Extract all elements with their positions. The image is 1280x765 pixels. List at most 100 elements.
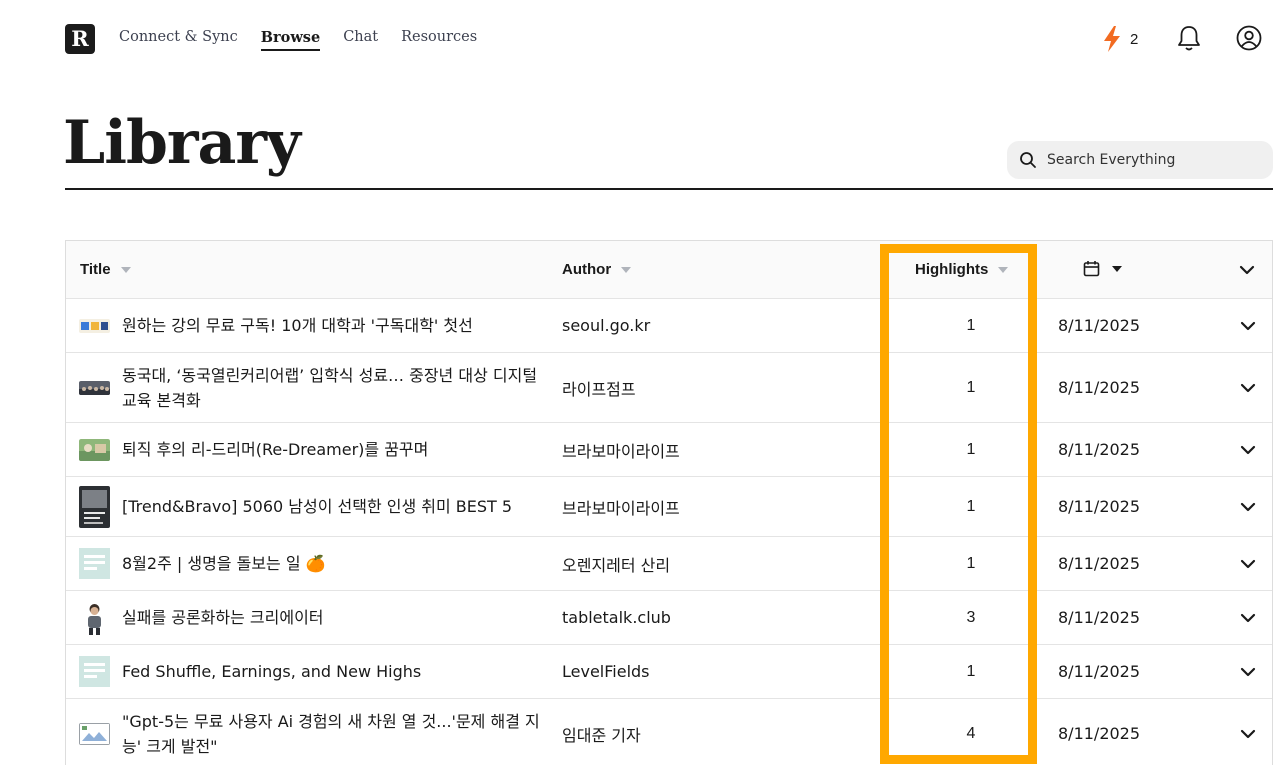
chevron-down-icon [1240,729,1256,738]
author-photo-thumbnail [79,600,110,635]
document-title[interactable]: 퇴직 후의 리-드리머(Re-Dreamer)를 꿈꾸며 [122,437,428,462]
row-title-cell[interactable]: 실패를 공론화하는 크리에이터 [79,591,549,644]
readwise-logo[interactable]: R [65,24,95,54]
document-author: 브라보마이라이프 [562,441,680,461]
sort-caret-icon [1112,265,1122,272]
expand-row-button[interactable] [1238,423,1258,476]
chevron-down-icon [1240,559,1256,568]
document-date: 8/11/2025 [1058,316,1141,335]
chevron-down-icon [1240,445,1256,454]
column-header-highlights[interactable]: Highlights [915,261,1009,278]
sort-caret-icon [998,266,1009,273]
row-title-cell[interactable]: Fed Shuffle, Earnings, and New Highs [79,645,549,698]
document-date: 8/11/2025 [1058,440,1141,459]
title-divider [65,188,1273,190]
chevron-down-icon [1239,265,1255,275]
chevron-down-icon [1240,502,1256,511]
top-bar: R Connect & Sync Browse Chat Resources 2 [0,0,1280,78]
table-row[interactable]: "Gpt-5는 무료 사용자 Ai 경험의 새 차원 열 것...'문제 해결 … [66,699,1272,765]
column-header-date[interactable] [1083,260,1122,277]
profile-icon[interactable] [1236,25,1262,51]
highlight-count: 1 [966,316,976,334]
nav-chat[interactable]: Chat [343,29,378,51]
highlight-count: 1 [966,662,976,680]
table-header: Title Author Highlights [66,241,1272,299]
streak-count: 2 [1130,30,1139,48]
lightning-bolt-icon [1104,26,1120,52]
document-title[interactable]: 실패를 공론화하는 크리에이터 [122,605,324,630]
expand-row-button[interactable] [1238,299,1258,352]
document-date: 8/11/2025 [1058,554,1141,573]
document-author: LevelFields [562,662,650,681]
main-nav: Connect & Sync Browse Chat Resources [119,29,477,51]
document-author: tabletalk.club [562,608,671,627]
document-title[interactable]: Fed Shuffle, Earnings, and New Highs [122,659,421,684]
table-row[interactable]: 실패를 공론화하는 크리에이터 tabletalk.club 3 8/11/2025 [66,591,1272,645]
row-title-cell[interactable]: [Trend&Bravo] 5060 남성이 선택한 인생 취미 BEST 5 [79,477,549,536]
document-date: 8/11/2025 [1058,497,1141,516]
table-row[interactable]: [Trend&Bravo] 5060 남성이 선택한 인생 취미 BEST 5 브… [66,477,1272,537]
highlight-count: 3 [966,608,976,626]
expand-row-button[interactable] [1238,477,1258,536]
article-thumbnail [79,485,110,528]
document-title[interactable]: 동국대, ‘동국열린커리어랩’ 입학식 성료… 중장년 대상 디지털 교육 본격… [122,363,549,413]
expand-row-button[interactable] [1238,537,1258,590]
expand-row-button[interactable] [1238,645,1258,698]
column-header-author[interactable]: Author [562,261,632,278]
nav-resources[interactable]: Resources [401,29,477,51]
highlight-count: 1 [966,378,976,396]
column-highlights-label: Highlights [915,261,989,278]
calendar-icon [1083,261,1100,277]
document-date: 8/11/2025 [1058,378,1141,397]
document-author: 브라보마이라이프 [562,498,680,518]
expand-row-button[interactable] [1238,591,1258,644]
document-author: 라이프점프 [562,379,636,399]
document-date: 8/11/2025 [1058,662,1141,681]
sort-caret-icon [621,266,632,273]
streak-button[interactable]: 2 [1102,25,1138,53]
bell-icon[interactable] [1176,24,1202,52]
row-title-cell[interactable]: 원하는 강의 무료 구독! 10개 대학과 '구독대학' 첫선 [79,299,549,352]
article-thumbnail [79,318,110,333]
chevron-down-icon [1240,613,1256,622]
highlight-count: 1 [966,440,976,458]
table-row[interactable]: 원하는 강의 무료 구독! 10개 대학과 '구독대학' 첫선 seoul.go.… [66,299,1272,353]
search-icon [1020,152,1036,168]
column-author-label: Author [562,261,612,278]
document-title[interactable]: [Trend&Bravo] 5060 남성이 선택한 인생 취미 BEST 5 [122,494,512,519]
column-header-title[interactable]: Title [80,261,131,278]
document-title[interactable]: 8월2주 | 생명을 돌보는 일 🍊 [122,551,326,576]
document-author: seoul.go.kr [562,316,651,335]
expand-row-button[interactable] [1238,353,1258,422]
table-row[interactable]: 퇴직 후의 리-드리머(Re-Dreamer)를 꿈꾸며 브라보마이라이프 1 8/1… [66,423,1272,477]
expand-all-button[interactable] [1238,261,1256,279]
document-date: 8/11/2025 [1058,724,1141,743]
nav-connect-sync[interactable]: Connect & Sync [119,29,238,51]
search-box[interactable] [1007,141,1273,179]
article-thumbnail [79,438,110,461]
table-row[interactable]: 8월2주 | 생명을 돌보는 일 🍊 오렌지레터 산리 1 8/11/2025 [66,537,1272,591]
table-row[interactable]: 동국대, ‘동국열린커리어랩’ 입학식 성료… 중장년 대상 디지털 교육 본격… [66,353,1272,423]
column-title-label: Title [80,261,111,278]
highlight-count: 1 [966,554,976,572]
document-icon [79,548,110,579]
library-table: Title Author Highlights 원하는 강의 무료 구독! 10… [65,240,1273,765]
page-title: Library [63,108,301,178]
document-icon [79,656,110,687]
document-author: 임대준 기자 [562,725,641,745]
row-title-cell[interactable]: 8월2주 | 생명을 돌보는 일 🍊 [79,537,549,590]
document-title[interactable]: "Gpt-5는 무료 사용자 Ai 경험의 새 차원 열 것...'문제 해결 … [122,709,549,759]
chevron-down-icon [1240,383,1256,392]
document-author: 오렌지레터 산리 [562,555,671,575]
expand-row-button[interactable] [1238,699,1258,765]
search-input[interactable] [1047,152,1247,168]
row-title-cell[interactable]: "Gpt-5는 무료 사용자 Ai 경험의 새 차원 열 것...'문제 해결 … [79,699,549,765]
row-title-cell[interactable]: 동국대, ‘동국열린커리어랩’ 입학식 성료… 중장년 대상 디지털 교육 본격… [79,353,549,422]
chevron-down-icon [1240,667,1256,676]
table-row[interactable]: Fed Shuffle, Earnings, and New Highs Leve… [66,645,1272,699]
article-thumbnail [79,380,110,395]
highlight-count: 4 [966,724,976,742]
row-title-cell[interactable]: 퇴직 후의 리-드리머(Re-Dreamer)를 꿈꾸며 [79,423,549,476]
nav-browse[interactable]: Browse [260,29,321,51]
document-title[interactable]: 원하는 강의 무료 구독! 10개 대학과 '구독대학' 첫선 [122,313,473,338]
